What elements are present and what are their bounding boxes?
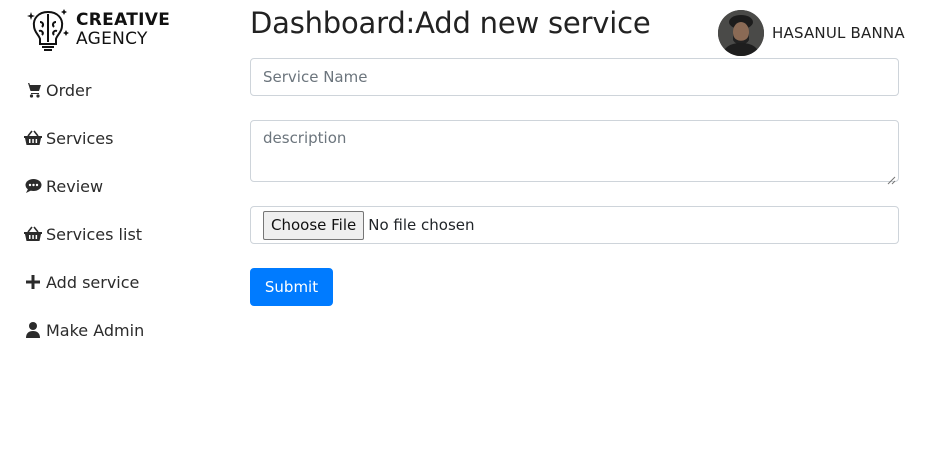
description-field — [250, 120, 899, 185]
service-name-field — [250, 58, 899, 96]
sidebar-item-add-service[interactable]: Add service — [24, 270, 144, 294]
file-status: No file chosen — [368, 216, 475, 234]
brain-bulb-icon — [26, 6, 70, 54]
avatar[interactable] — [718, 10, 764, 56]
plus-icon — [24, 273, 42, 291]
basket-icon — [24, 129, 42, 147]
brand-logo[interactable]: CREATIVE AGENCY — [26, 6, 170, 54]
sidebar-item-label: Services — [46, 128, 114, 148]
cart-icon — [24, 81, 42, 99]
sidebar-item-label: Make Admin — [46, 320, 145, 340]
sidebar-item-label: Order — [46, 80, 92, 100]
sidebar-item-review[interactable]: Review — [24, 174, 144, 198]
service-name-input[interactable] — [251, 59, 898, 95]
sidebar-nav: Order Services Review Services list Add … — [24, 78, 144, 366]
sidebar-item-label: Add service — [46, 272, 140, 292]
description-input[interactable] — [251, 121, 898, 181]
page-title: Dashboard:Add new service — [250, 6, 651, 40]
sidebar-item-label: Review — [46, 176, 104, 196]
file-upload-row: Choose File No file chosen — [251, 207, 898, 243]
sidebar-item-services-list[interactable]: Services list — [24, 222, 144, 246]
user-icon — [24, 321, 42, 339]
file-upload-field: Choose File No file chosen — [250, 206, 899, 244]
basket-icon — [24, 225, 42, 243]
sidebar-item-order[interactable]: Order — [24, 78, 144, 102]
sidebar-item-label: Services list — [46, 224, 143, 244]
brand-name: CREATIVE AGENCY — [76, 11, 170, 49]
comment-icon — [24, 177, 42, 195]
dashboard-page: CREATIVE AGENCY Order Services Review Se… — [0, 0, 945, 461]
sidebar-item-services[interactable]: Services — [24, 126, 144, 150]
brand-name-line1: CREATIVE — [76, 10, 171, 30]
user-profile[interactable]: HASANUL BANNA — [718, 10, 905, 56]
brand-name-line2: AGENCY — [76, 29, 148, 49]
submit-button[interactable]: Submit — [250, 268, 333, 306]
user-name: HASANUL BANNA — [772, 24, 905, 42]
sidebar-item-make-admin[interactable]: Make Admin — [24, 318, 144, 342]
choose-file-button[interactable]: Choose File — [263, 210, 365, 240]
resize-handle-icon[interactable] — [887, 170, 896, 185]
